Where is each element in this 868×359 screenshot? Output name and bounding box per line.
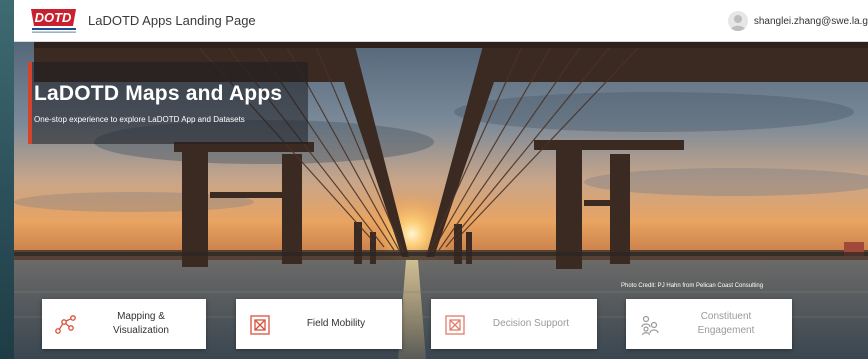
field-mobility-card[interactable]: Field Mobility <box>236 299 402 349</box>
side-frame <box>0 0 14 359</box>
logo-text: DOTD <box>35 10 72 25</box>
grid-box-icon <box>443 313 467 337</box>
page-title: LaDOTD Maps and Apps <box>34 82 283 105</box>
ladotd-logo[interactable]: DOTD <box>30 7 78 35</box>
card-label: Mapping & Visualization <box>82 299 200 349</box>
user-menu[interactable]: shanglei.zhang@swe.la.g <box>727 10 868 32</box>
card-label-line2: Engagement <box>697 325 755 336</box>
card-label: Constituent Engagement <box>666 299 786 349</box>
card-label: Decision Support <box>471 299 591 349</box>
app-header: DOTD LaDOTD Apps Landing Page shanglei.z… <box>14 0 868 42</box>
mapping-visualization-card[interactable]: Mapping & Visualization <box>42 299 206 349</box>
card-label-line1: Mapping & <box>117 311 165 322</box>
page-subtitle: One-stop experience to explore LaDOTD Ap… <box>34 115 245 124</box>
people-group-icon <box>638 313 662 337</box>
photo-credit: Photo Credit: PJ Hahn from Pelican Coast… <box>621 283 764 289</box>
card-label-line2: Visualization <box>113 325 169 336</box>
app-window: DOTD LaDOTD Apps Landing Page shanglei.z… <box>14 0 868 359</box>
network-nodes-icon <box>54 313 78 337</box>
user-name: shanglei.zhang@swe.la.g <box>753 15 868 27</box>
card-label-line1: Field Mobility <box>306 318 366 329</box>
decision-support-card[interactable]: Decision Support <box>431 299 597 349</box>
constituent-engagement-card[interactable]: Constituent Engagement <box>626 299 792 349</box>
grid-box-icon <box>248 313 272 337</box>
card-label: Field Mobility <box>276 299 396 349</box>
card-label-line1: Decision Support <box>492 318 570 329</box>
user-avatar-icon[interactable] <box>727 11 748 31</box>
card-label-line1: Constituent <box>700 311 752 322</box>
app-title: LaDOTD Apps Landing Page <box>88 13 256 28</box>
